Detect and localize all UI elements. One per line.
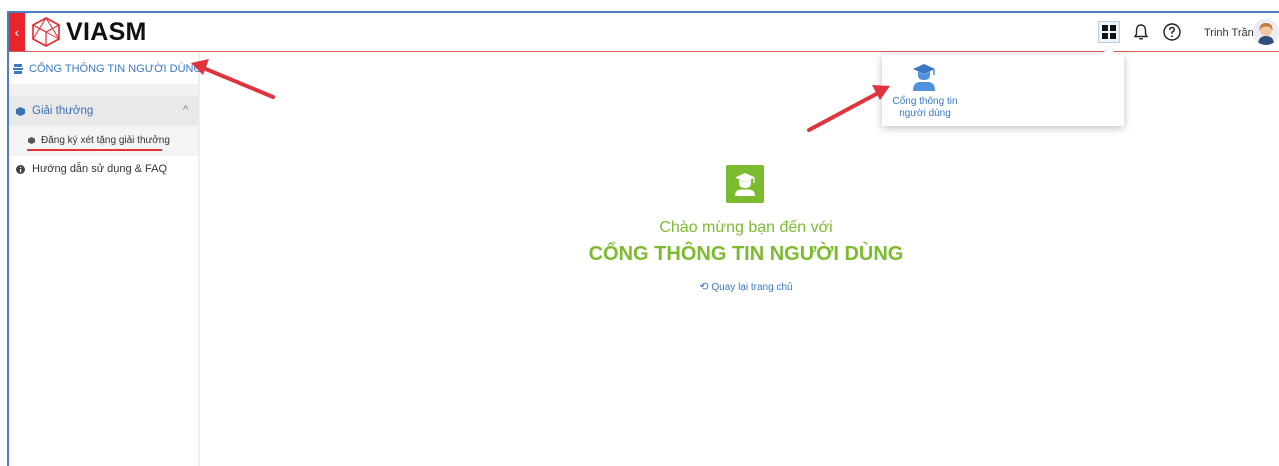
graduate-user-icon	[726, 165, 764, 203]
undo-icon: ⟲	[699, 281, 709, 293]
sidebar-item-register-award-label: Đăng ký xét tặng giải thưởng	[41, 135, 170, 146]
apps-grid-button[interactable]	[1098, 21, 1120, 43]
welcome-title: CỔNG THÔNG TIN NGƯỜI DÙNG	[588, 243, 904, 265]
chevron-left-icon: ‹	[14, 24, 20, 40]
sidebar-group-awards-label-wrap[interactable]: Giải thưởng	[16, 105, 93, 117]
sidebar-portal-title[interactable]: CỔNG THÔNG TIN NGƯỜI DÙNG	[13, 63, 202, 75]
chevron-up-icon[interactable]: ^	[183, 104, 188, 116]
viasm-logo-icon	[32, 17, 60, 47]
user-name[interactable]: Trinh Trần	[1204, 27, 1254, 39]
welcome-subtitle: Chào mừng bạn đến với	[659, 219, 833, 236]
apps-grid-icon	[1102, 25, 1116, 39]
sidebar-portal-title-label: CỔNG THÔNG TIN NGƯỜI DÙNG	[29, 63, 203, 75]
annotation-underline	[27, 149, 162, 151]
bell-icon[interactable]	[1131, 22, 1151, 42]
avatar[interactable]	[1253, 19, 1279, 45]
sidebar-group-awards-label: Giải thưởng	[32, 105, 94, 117]
help-icon[interactable]	[1162, 22, 1182, 42]
user-portal-app-label-line2: người dùng	[899, 108, 951, 119]
annotation-arrow-sidebar	[191, 59, 275, 99]
user-portal-app-label-line1: Cổng thông tin	[892, 96, 958, 107]
user-portal-app-icon[interactable]	[911, 63, 937, 91]
sidebar-item-register-award-wrap[interactable]: Đăng ký xét tặng giải thưởng	[28, 135, 170, 146]
sidebar-item-help-faq[interactable]: Hướng dẫn sử dụng & FAQ	[16, 163, 167, 175]
top-header	[9, 13, 1279, 51]
user-portal-app-label[interactable]: Cổng thông tin người dùng	[884, 96, 966, 120]
sidebar-collapse-button[interactable]: ‹	[9, 13, 25, 51]
portal-icon	[13, 64, 23, 74]
box-small-icon	[28, 137, 35, 144]
annotation-arrow-dropdown	[807, 85, 890, 132]
sidebar-item-help-faq-label: Hướng dẫn sử dụng & FAQ	[32, 163, 168, 175]
sidebar-spacer	[9, 84, 198, 96]
box-icon	[16, 106, 25, 116]
back-to-home-link[interactable]: ⟲ Quay lại trang chủ	[0, 280, 1279, 293]
info-icon	[16, 164, 25, 174]
back-to-home-label: Quay lại trang chủ	[711, 282, 793, 293]
brand-name: VIASM	[66, 18, 147, 46]
